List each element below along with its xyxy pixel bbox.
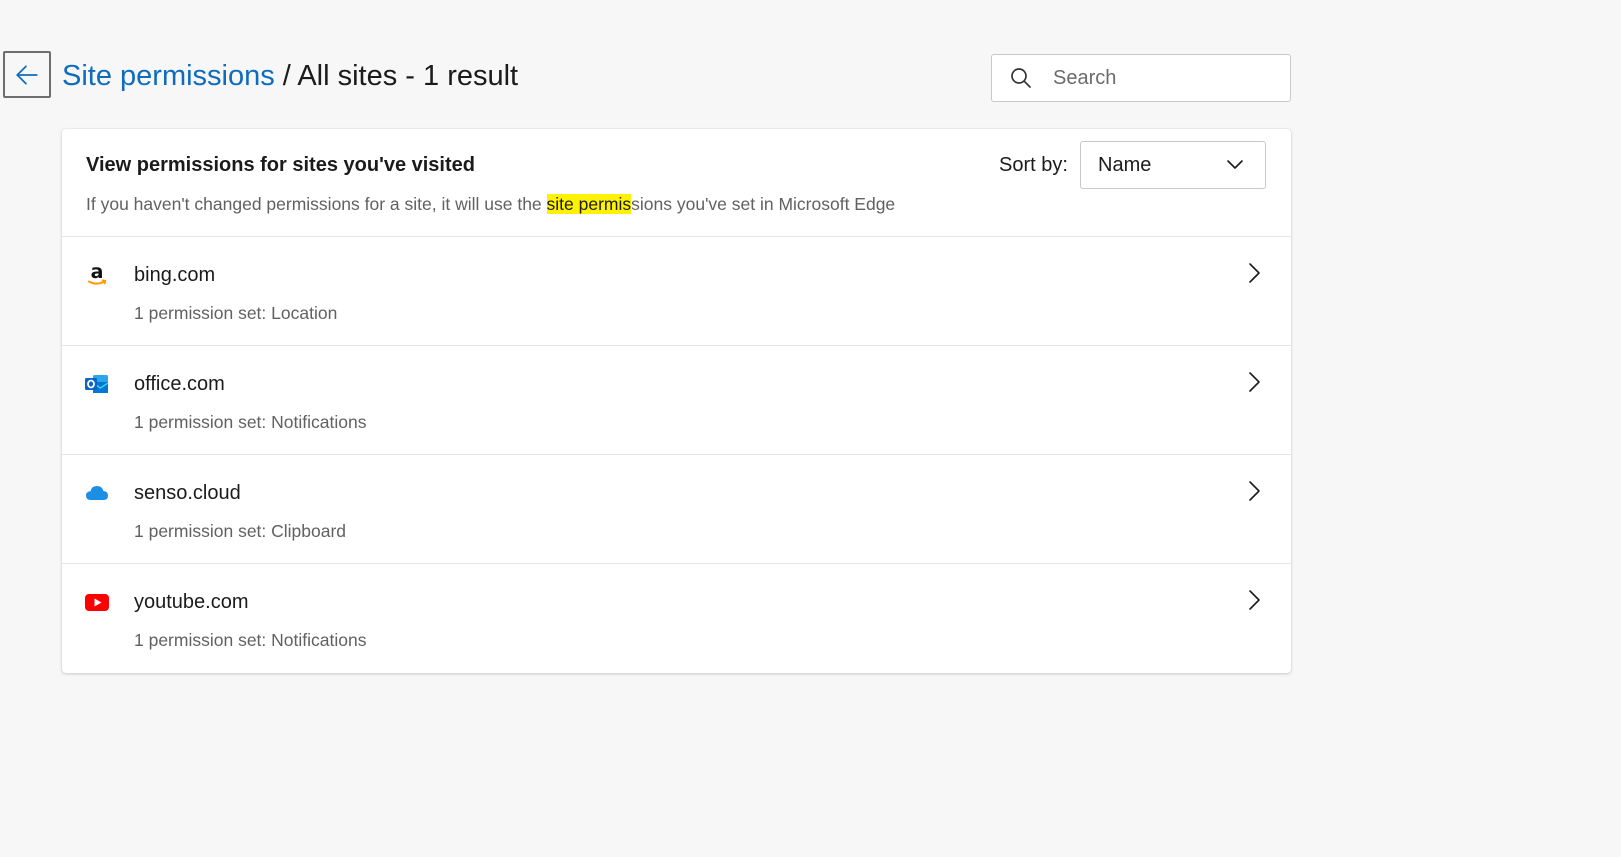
search-box[interactable] <box>991 54 1291 102</box>
site-row-youtube[interactable]: youtube.com 1 permission set: Notificati… <box>62 564 1291 673</box>
site-permission-summary: 1 permission set: Clipboard <box>134 521 347 541</box>
site-name: youtube.com <box>134 591 249 613</box>
sort-by-label: Sort by: <box>999 154 1068 176</box>
description-text-before: If you haven't changed permissions for a… <box>86 194 547 214</box>
chevron-right-icon <box>1243 371 1265 393</box>
card-description: If you haven't changed permissions for a… <box>86 194 895 215</box>
breadcrumb-separator: / <box>274 60 298 92</box>
sort-by-dropdown[interactable]: Name <box>1080 141 1266 189</box>
site-permission-summary: 1 permission set: Location <box>134 303 338 323</box>
description-text-after: sions you've set in Microsoft Edge <box>631 194 896 214</box>
sort-by-value: Name <box>1098 153 1152 176</box>
site-row-senso[interactable]: senso.cloud 1 permission set: Clipboard <box>62 455 1291 564</box>
chevron-down-icon <box>1227 160 1243 169</box>
search-icon <box>1009 66 1033 90</box>
back-button[interactable] <box>3 51 51 98</box>
site-name: senso.cloud <box>134 482 241 504</box>
site-name: bing.com <box>134 264 216 286</box>
chevron-right-icon <box>1243 589 1265 611</box>
cloud-icon <box>84 480 110 506</box>
outlook-logo-icon <box>84 371 110 397</box>
card-title: View permissions for sites you've visite… <box>86 154 475 176</box>
site-permission-summary: 1 permission set: Notifications <box>134 412 367 432</box>
site-row-office[interactable]: office.com 1 permission set: Notificatio… <box>62 346 1291 455</box>
breadcrumb-site-permissions-link[interactable]: Site permissions <box>62 60 275 92</box>
site-permission-summary: 1 permission set: Notifications <box>134 630 367 650</box>
chevron-right-icon <box>1243 262 1265 284</box>
page-title: Site permissions / All sites - 1 result <box>62 58 518 94</box>
svg-text:a: a <box>91 262 104 283</box>
card-header: View permissions for sites you've visite… <box>62 129 1291 237</box>
youtube-logo-icon <box>84 589 110 615</box>
search-input[interactable] <box>1051 65 1275 91</box>
chevron-right-icon <box>1243 480 1265 502</box>
site-permissions-page: Site permissions / All sites - 1 result … <box>0 0 1621 857</box>
site-row-bing[interactable]: a bing.com 1 permission set: Location <box>62 237 1291 346</box>
amazon-logo-icon: a <box>84 262 110 288</box>
search-highlight: site permis <box>546 194 632 214</box>
site-permissions-card: View permissions for sites you've visite… <box>62 129 1291 673</box>
arrow-left-icon <box>16 64 38 85</box>
site-name: office.com <box>134 373 225 395</box>
breadcrumb-current: All sites - 1 result <box>297 60 519 92</box>
